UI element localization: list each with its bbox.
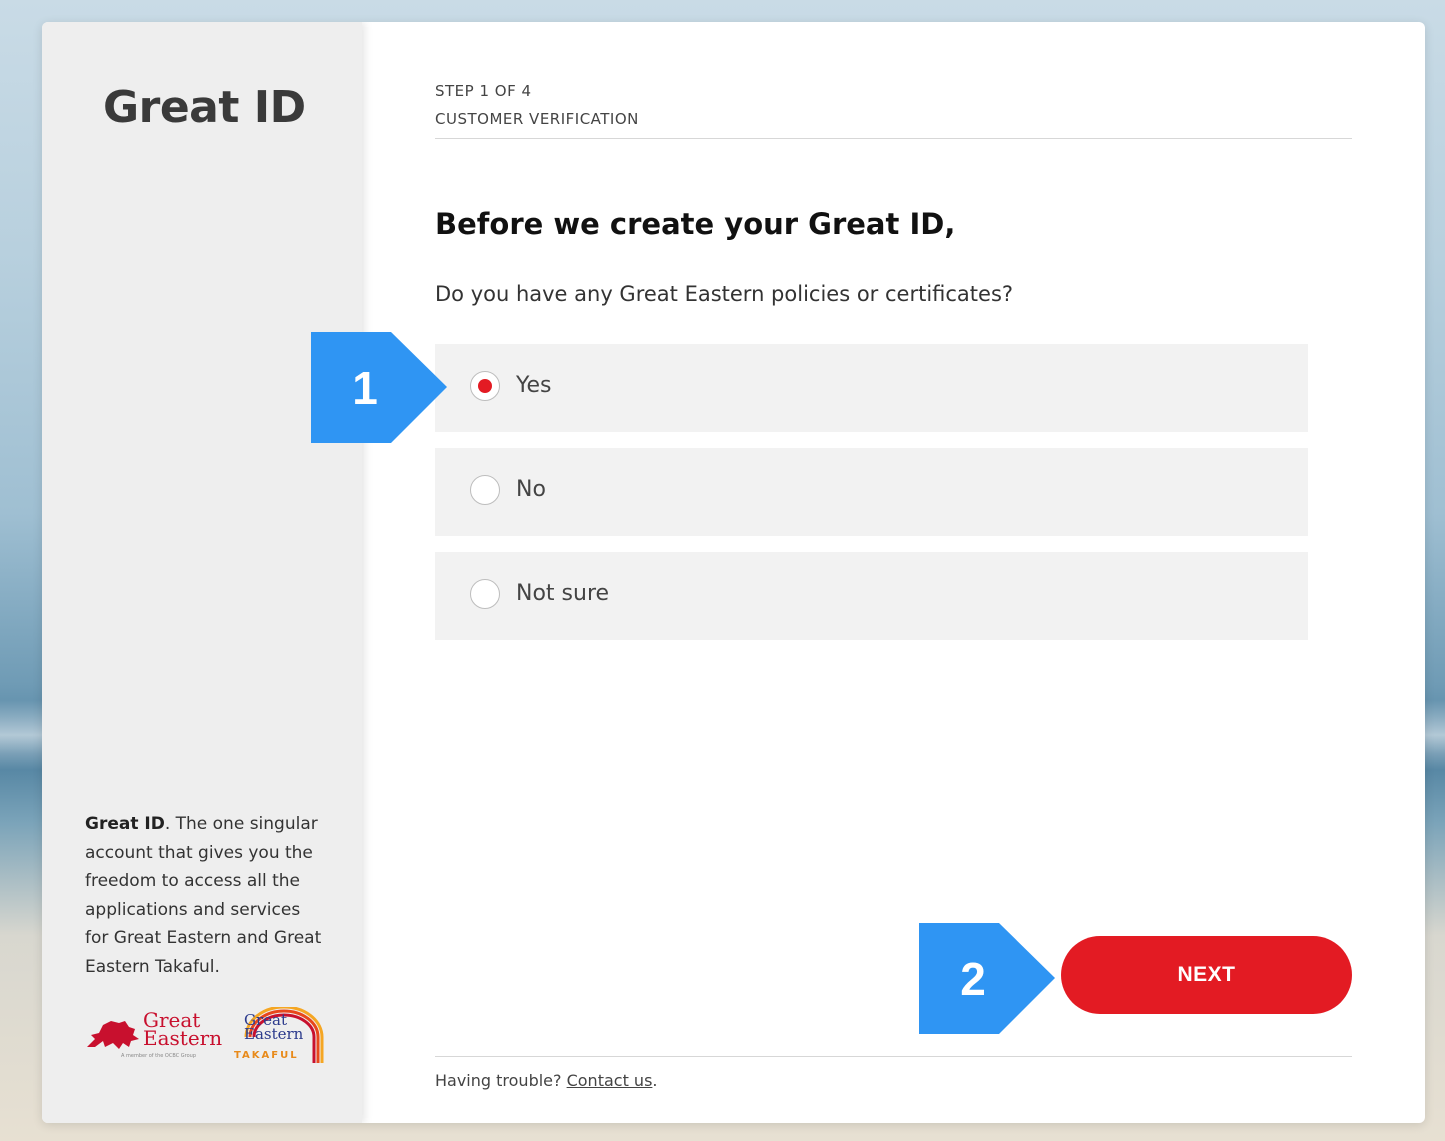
step-name: CUSTOMER VERIFICATION [435, 110, 639, 128]
help-footer: Having trouble? Contact us. [435, 1071, 658, 1090]
contact-us-link[interactable]: Contact us [567, 1071, 653, 1090]
page-heading: Before we create your Great ID, [435, 207, 956, 241]
radio-button[interactable] [470, 579, 500, 609]
option-label: No [516, 477, 546, 502]
radio-button-selected[interactable] [470, 371, 500, 401]
ge-logo-tagline: A member of the OCBC Group [121, 1053, 196, 1059]
next-button[interactable]: NEXT [1061, 936, 1352, 1014]
divider [435, 1056, 1352, 1057]
takaful-logo-text: Great Eastern [244, 1013, 304, 1043]
divider [435, 138, 1352, 139]
option-yes[interactable]: Yes [435, 344, 1308, 432]
option-label: Not sure [516, 581, 610, 606]
callout-2: 2 [919, 923, 1055, 1034]
lion-icon [87, 1021, 139, 1049]
signup-card: Great ID Great ID. The one singular acco… [42, 22, 1425, 1123]
step-counter: STEP 1 OF 4 [435, 82, 532, 100]
question-text: Do you have any Great Eastern policies o… [435, 282, 1014, 306]
callout-number: 2 [960, 952, 986, 1005]
takaful-logo-line2: Eastern [244, 1025, 304, 1043]
option-not-sure[interactable]: Not sure [435, 552, 1308, 640]
callout-number: 1 [352, 361, 378, 414]
step-indicator: STEP 1 OF 4 CUSTOMER VERIFICATION [435, 77, 639, 133]
takaful-logo-sub: TAKAFUL [234, 1050, 299, 1061]
footer-prefix: Having trouble? [435, 1071, 567, 1090]
option-no[interactable]: No [435, 448, 1308, 536]
radio-button[interactable] [470, 475, 500, 505]
callout-1: 1 [311, 332, 447, 443]
sidebar: Great ID Great ID. The one singular acco… [42, 22, 362, 1123]
radio-group: Yes No Not sure [435, 344, 1308, 656]
brand-description: Great ID. The one singular account that … [85, 810, 323, 981]
brand-logos: Great Eastern A member of the OCBC Group… [85, 1007, 325, 1067]
great-eastern-logo-text: Great Eastern [143, 1010, 223, 1050]
takaful-logo: Great Eastern TAKAFUL [234, 1007, 324, 1065]
option-label: Yes [516, 373, 552, 398]
main-content: STEP 1 OF 4 CUSTOMER VERIFICATION Before… [435, 22, 1352, 1123]
brand-title: Great ID [103, 82, 306, 133]
brand-description-bold: Great ID [85, 814, 165, 834]
brand-description-text: . The one singular account that gives yo… [85, 814, 322, 977]
great-eastern-logo: Great Eastern A member of the OCBC Group [85, 1010, 225, 1061]
footer-suffix: . [652, 1071, 658, 1090]
ge-logo-line2: Eastern [143, 1026, 223, 1050]
